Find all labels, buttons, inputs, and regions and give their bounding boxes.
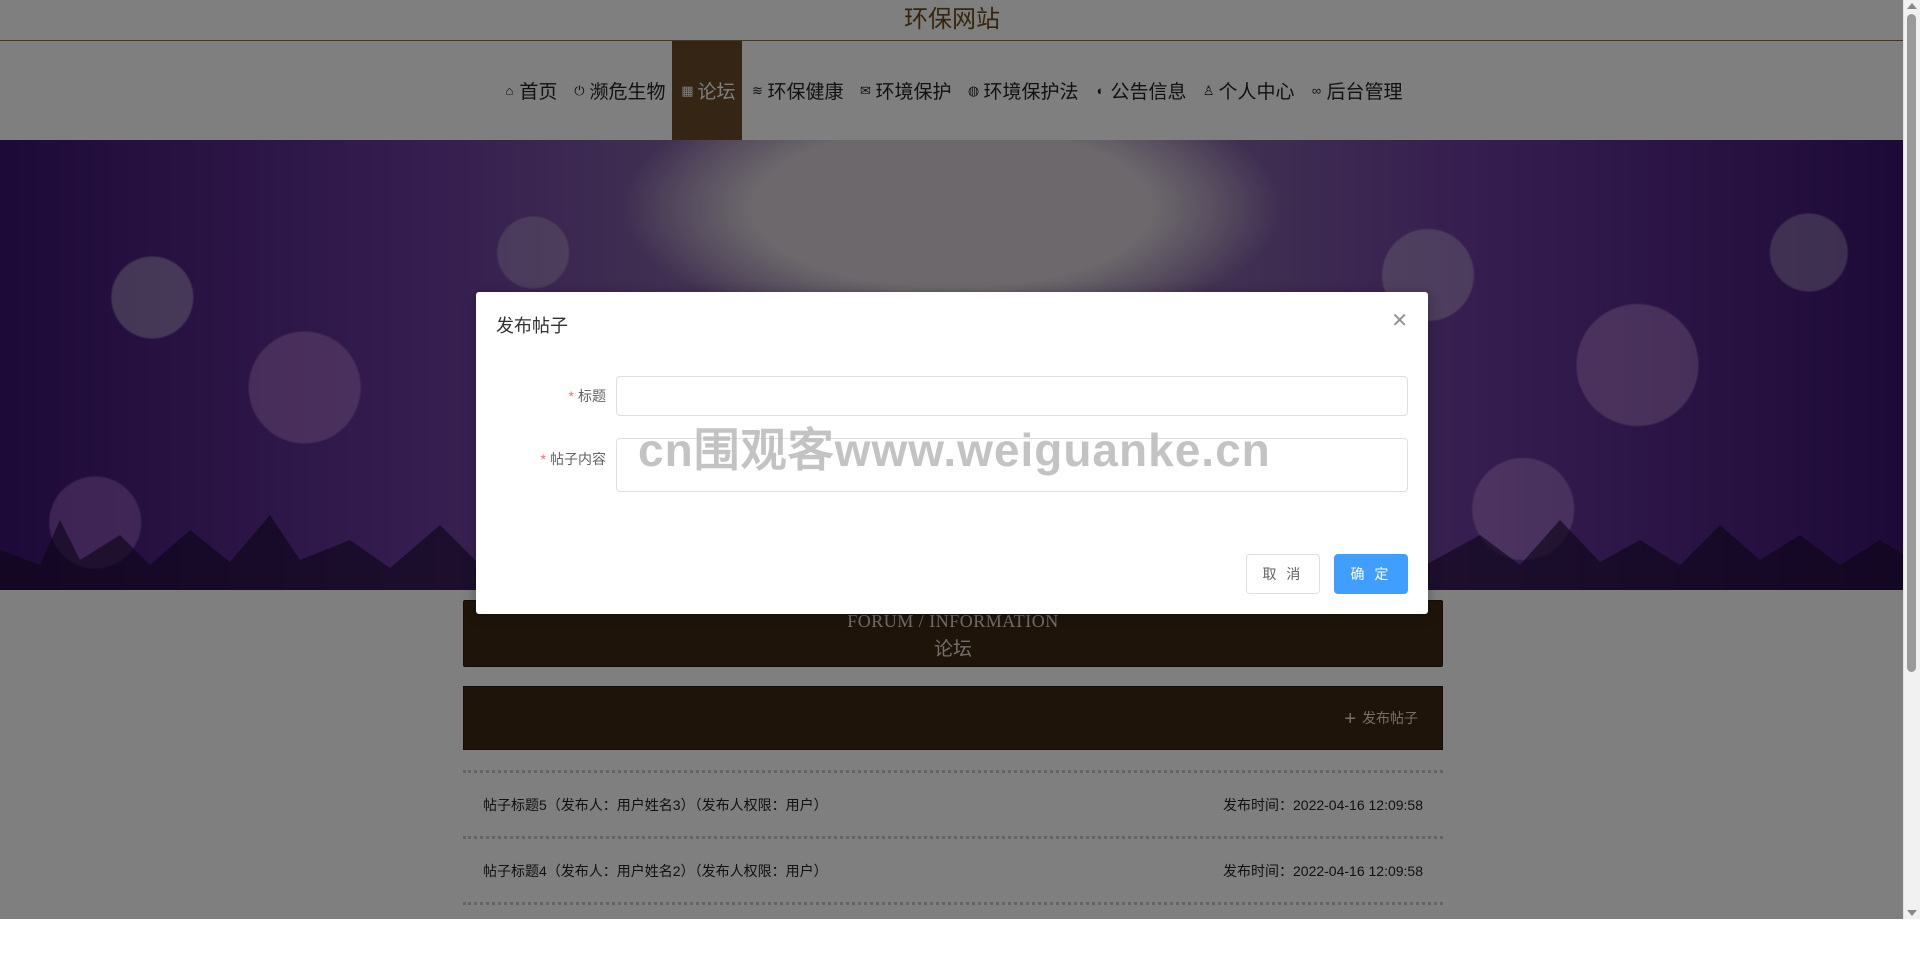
scrollbar[interactable] [1903, 0, 1920, 919]
required-asterisk: * [568, 388, 574, 404]
close-icon[interactable]: ✕ [1391, 308, 1408, 333]
title-label: * 标题 [496, 386, 606, 406]
dialog-title: 发布帖子 [496, 316, 568, 336]
scroll-up-icon[interactable] [1907, 3, 1917, 9]
watermark: cn围观客www.weiguanke.cn [638, 424, 1271, 476]
cancel-button[interactable]: 取 消 [1246, 554, 1320, 594]
required-asterisk: * [540, 451, 546, 467]
content-label-text: 帖子内容 [550, 451, 606, 467]
title-input[interactable] [616, 376, 1408, 416]
scroll-down-icon[interactable] [1907, 910, 1917, 916]
confirm-button[interactable]: 确 定 [1334, 554, 1408, 594]
title-label-text: 标题 [578, 388, 606, 404]
content-label: * 帖子内容 [496, 449, 606, 469]
scrollbar-thumb[interactable] [1907, 14, 1916, 672]
